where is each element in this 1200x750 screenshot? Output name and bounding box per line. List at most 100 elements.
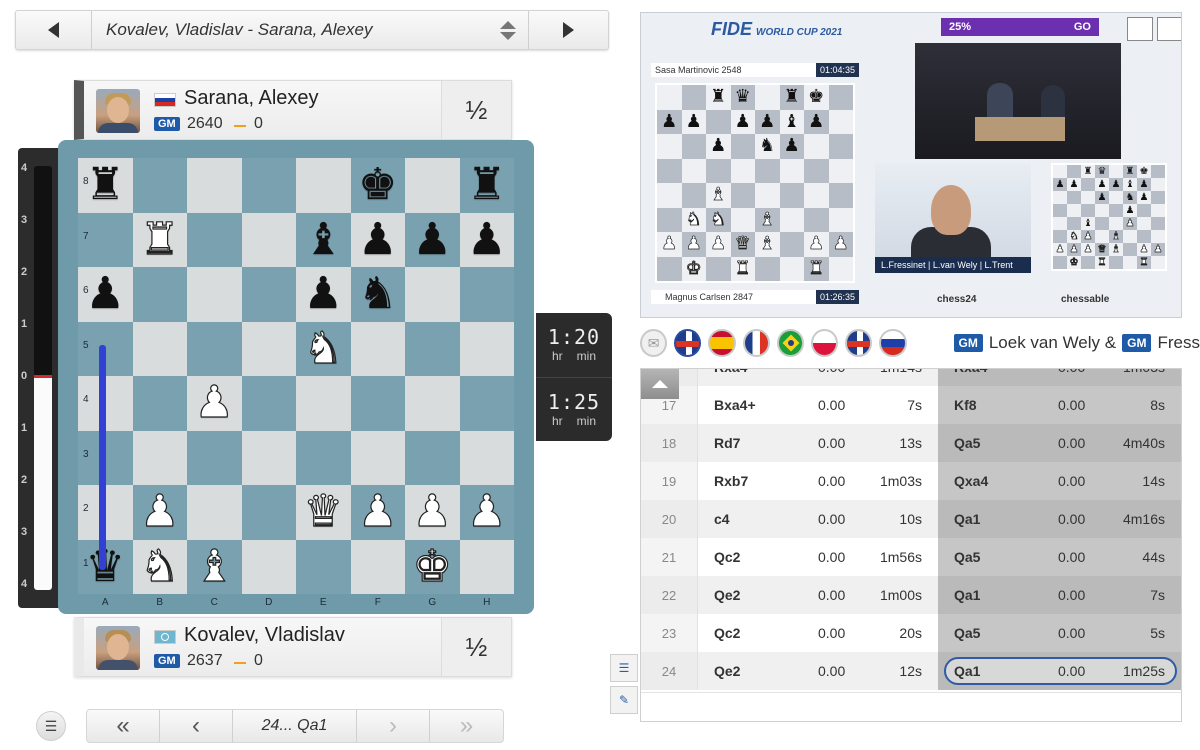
square-h3[interactable] [459,430,514,485]
white-knight-icon[interactable]: ♞ [303,326,344,371]
square-e7[interactable]: ♝ [296,212,351,267]
square-b1[interactable]: B ♞ [132,539,187,608]
next-move-button[interactable]: › [357,710,430,742]
square-f1[interactable]: F [350,539,405,608]
chessboard[interactable]: 8♜♚♜7♜♝♟♟♟6♟♟♞5♞4♟32♟♛♟♟♟1A♛B♞C♝DEFG♚H [78,158,514,608]
white-knight-icon[interactable]: ♞ [139,544,180,589]
black-move-cell[interactable]: Qa1 0.00 1m25s [938,652,1181,690]
list-view-icon[interactable]: ☰ [610,654,638,682]
square-c4[interactable]: ♟ [187,376,242,431]
commentary-flag-fr[interactable] [742,329,770,357]
white-pawn-icon[interactable]: ♟ [466,489,507,534]
square-a7[interactable]: 7 [78,212,133,267]
square-b3[interactable] [132,430,187,485]
white-queen-icon[interactable]: ♛ [303,489,344,534]
commentary-flag-gb[interactable] [674,329,702,357]
commentary-flag-br[interactable] [776,329,804,357]
square-d1[interactable]: D [241,539,296,608]
square-e2[interactable]: ♛ [296,485,351,540]
black-pawn-icon[interactable]: ♟ [413,217,452,262]
square-d8[interactable] [241,158,296,213]
square-g6[interactable] [405,267,460,322]
square-h8[interactable]: ♜ [459,158,514,213]
first-move-button[interactable]: « [87,710,160,742]
square-e6[interactable]: ♟ [296,267,351,322]
black-king-icon[interactable]: ♚ [358,163,397,207]
square-f5[interactable] [350,321,405,376]
previous-move-button[interactable]: ‹ [160,710,233,742]
commentary-chat-icon[interactable]: ✉ [640,329,668,357]
square-e4[interactable] [296,376,351,431]
square-b8[interactable] [132,158,187,213]
square-g8[interactable] [405,158,460,213]
square-d6[interactable] [241,267,296,322]
square-e3[interactable] [296,430,351,485]
next-game-button[interactable] [528,11,608,49]
square-f7[interactable]: ♟ [350,212,405,267]
white-move-cell[interactable]: Rd7 0.00 13s [698,424,938,462]
commentary-flag-es[interactable] [708,329,736,357]
black-bishop-icon[interactable]: ♝ [304,217,343,262]
white-pawn-icon[interactable]: ♟ [412,489,453,534]
square-b2[interactable]: ♟ [132,485,187,540]
white-move-cell[interactable]: Bxa4+ 0.00 7s [698,386,938,424]
square-f2[interactable]: ♟ [350,485,405,540]
square-a8[interactable]: 8 ♜ [78,158,133,213]
black-move-cell[interactable]: Qa5 0.00 4m40s [938,424,1181,462]
square-h2[interactable]: ♟ [459,485,514,540]
black-pawn-icon[interactable]: ♟ [467,217,506,262]
square-e5[interactable]: ♞ [296,321,351,376]
chat-icon[interactable]: ✎ [610,686,638,714]
square-d2[interactable] [241,485,296,540]
white-move-cell[interactable]: Qe2 0.00 1m00s [698,576,938,614]
promo-banner[interactable]: 25% GO [941,18,1099,36]
square-g3[interactable] [405,430,460,485]
square-f4[interactable] [350,376,405,431]
square-d7[interactable] [241,212,296,267]
commentary-flag-ru[interactable] [879,329,907,357]
black-pawn-icon[interactable]: ♟ [86,272,125,316]
square-a6[interactable]: 6 ♟ [78,267,133,322]
square-c8[interactable] [187,158,242,213]
white-pawn-icon[interactable]: ♟ [357,489,398,534]
square-f3[interactable] [350,430,405,485]
square-b7[interactable]: ♜ [132,212,187,267]
square-h6[interactable] [459,267,514,322]
square-g5[interactable] [405,321,460,376]
white-move-cell[interactable]: Rxb7 0.00 1m03s [698,462,938,500]
square-c3[interactable] [187,430,242,485]
square-d3[interactable] [241,430,296,485]
previous-game-button[interactable] [16,11,92,49]
square-b4[interactable] [132,376,187,431]
white-move-cell[interactable]: Qc2 0.00 1m56s [698,538,938,576]
black-move-cell[interactable]: Kf8 0.00 8s [938,386,1181,424]
black-knight-icon[interactable]: ♞ [358,272,397,316]
commentary-flag-pl[interactable] [810,329,839,357]
square-b5[interactable] [132,321,187,376]
white-pawn-icon[interactable]: ♟ [194,380,235,425]
square-b6[interactable] [132,267,187,322]
white-move-cell[interactable]: Qc2 0.00 20s [698,614,938,652]
black-pawn-icon[interactable]: ♟ [358,217,397,262]
square-c2[interactable] [187,485,242,540]
black-move-cell[interactable]: Qa1 0.00 7s [938,576,1181,614]
square-h4[interactable] [459,376,514,431]
game-dropdown[interactable]: Kovalev, Vladislav - Sarana, Alexey [92,11,528,49]
scroll-up-button[interactable] [641,369,679,399]
square-f6[interactable]: ♞ [350,267,405,322]
square-g1[interactable]: G ♚ [405,539,460,608]
black-rook-icon[interactable]: ♜ [467,163,506,207]
white-move-cell[interactable]: c4 0.00 10s [698,500,938,538]
square-d4[interactable] [241,376,296,431]
white-bishop-icon[interactable]: ♝ [194,544,235,589]
commentary-flag-gb-2[interactable] [845,329,873,357]
square-h5[interactable] [459,321,514,376]
fullscreen-icon[interactable] [1157,17,1181,41]
white-move-cell[interactable]: Rxa4 0.00 1m14s [698,369,938,386]
square-f8[interactable]: ♚ [350,158,405,213]
black-move-cell[interactable]: Rxa4 0.00 1m03s [938,369,1181,386]
popout-icon[interactable] [1127,17,1153,41]
white-rook-icon[interactable]: ♜ [139,217,180,262]
square-c5[interactable] [187,321,242,376]
black-pawn-icon[interactable]: ♟ [304,272,343,316]
